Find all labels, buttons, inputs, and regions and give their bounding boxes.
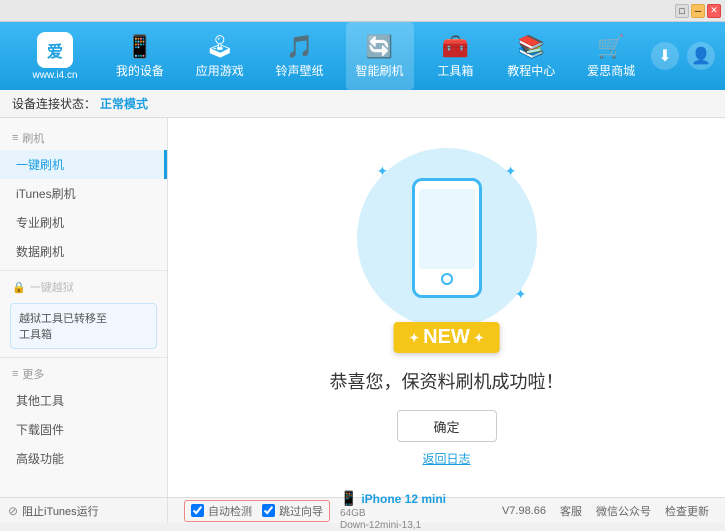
device-storage: 64GB — [340, 508, 446, 519]
minimize-button[interactable]: ─ — [691, 4, 705, 18]
sidebar-item-itunes[interactable]: iTunes刷机 — [0, 179, 167, 208]
stop-itunes-icon: ⊘ — [8, 504, 18, 518]
shop-icon: 🛒 — [597, 34, 624, 60]
sidebar-section-flash: ≡ 刷机 — [0, 126, 167, 150]
bottom-sidebar: ⊘ 阻止iTunes运行 — [0, 498, 168, 523]
skip-wizard-label: 跳过向导 — [279, 503, 323, 519]
skip-wizard-checkbox[interactable] — [262, 504, 275, 517]
main-layout: ≡ 刷机 一键刷机 iTunes刷机 专业刷机 数据刷机 🔒 一键越狱 越狱工具… — [0, 118, 725, 497]
sidebar-section-jailbreak: 🔒 一键越狱 — [0, 275, 167, 299]
service-link[interactable]: 客服 — [560, 503, 582, 519]
nav-apps[interactable]: 🕹 应用游戏 — [186, 22, 254, 90]
version-label: V7.98.66 — [502, 505, 546, 517]
flash-icon: 🔄 — [366, 34, 393, 60]
auto-detect-label: 自动检测 — [208, 503, 252, 519]
sidebar-section-more: ≡ 更多 — [0, 362, 167, 386]
header: 爱 www.i4.cn 📱 我的设备 🕹 应用游戏 🎵 铃声壁纸 🔄 智能刷机 … — [0, 22, 725, 90]
phone-illustration: ✦ ✦ ✦ NEW — [347, 148, 547, 348]
divider-1 — [0, 270, 167, 271]
sidebar-item-download-firmware[interactable]: 下载固件 — [0, 415, 167, 444]
nav-shop[interactable]: 🛒 爱思商城 — [577, 22, 645, 90]
nav-smart-flash[interactable]: 🔄 智能刷机 — [346, 22, 414, 90]
success-message: 恭喜您，保资料刷机成功啦！ — [330, 368, 564, 394]
logo-area: 爱 www.i4.cn — [10, 32, 100, 81]
back-link[interactable]: 返回日志 — [422, 450, 470, 467]
bottom-left-group: 自动检测 跳过向导 📱 iPhone 12 mini 64GB Down-12m… — [184, 490, 446, 531]
nav-wallpaper[interactable]: 🎵 铃声壁纸 — [266, 22, 334, 90]
more-section-icon: ≡ — [12, 368, 18, 380]
phone-home-button — [441, 273, 453, 285]
nav-tutorial[interactable]: 📚 教程中心 — [497, 22, 565, 90]
games-icon: 🕹 — [206, 34, 234, 60]
device-info: 📱 iPhone 12 mini 64GB Down-12mini-13,1 — [340, 490, 446, 531]
status-label: 设备连接状态： — [12, 95, 96, 112]
auto-detect-checkbox[interactable] — [191, 504, 204, 517]
update-link[interactable]: 检查更新 — [665, 503, 709, 519]
sidebar-item-data-flash[interactable]: 数据刷机 — [0, 237, 167, 266]
toolbox-icon: 🧰 — [442, 34, 469, 60]
bottom-bar: ⊘ 阻止iTunes运行 自动检测 跳过向导 📱 iPhone 12 mini … — [0, 497, 725, 523]
phone-body — [412, 178, 482, 298]
nav-toolbox[interactable]: 🧰 工具箱 — [425, 22, 485, 90]
sidebar-item-pro-flash[interactable]: 专业刷机 — [0, 208, 167, 237]
sparkle-icon-1: ✦ — [377, 163, 389, 180]
device-name: iPhone 12 mini — [361, 492, 446, 506]
bottom-right-group: V7.98.66 客服 微信公众号 检查更新 — [502, 503, 709, 519]
wechat-link[interactable]: 微信公众号 — [596, 503, 651, 519]
maximize-button[interactable]: □ — [675, 4, 689, 18]
sidebar-item-other-tools[interactable]: 其他工具 — [0, 386, 167, 415]
divider-2 — [0, 357, 167, 358]
sidebar-item-one-click[interactable]: 一键刷机 — [0, 150, 167, 179]
status-bar: 设备连接状态： 正常模式 — [0, 90, 725, 118]
logo-icon: 爱 — [37, 32, 73, 68]
phone-icon: 📱 — [126, 34, 153, 60]
phone-circle: ✦ ✦ ✦ — [357, 148, 537, 328]
jailbreak-notice: 越狱工具已转移至 工具箱 — [10, 303, 157, 349]
checkbox-group: 自动检测 跳过向导 — [184, 500, 330, 522]
user-button[interactable]: 👤 — [687, 42, 715, 70]
new-badge: NEW — [393, 322, 500, 353]
stop-itunes-label: 阻止iTunes运行 — [22, 503, 99, 519]
download-button[interactable]: ⬇ — [651, 42, 679, 70]
lock-icon: 🔒 — [12, 281, 26, 294]
phone-screen — [419, 189, 475, 269]
title-bar: □ ─ ✕ — [0, 0, 725, 22]
nav-my-device[interactable]: 📱 我的设备 — [106, 22, 174, 90]
logo-text: www.i4.cn — [32, 70, 77, 81]
wallpaper-icon: 🎵 — [286, 34, 313, 60]
header-right: ⬇ 👤 — [651, 42, 715, 70]
sidebar: ≡ 刷机 一键刷机 iTunes刷机 专业刷机 数据刷机 🔒 一键越狱 越狱工具… — [0, 118, 168, 497]
sparkle-icon-2: ✦ — [505, 163, 517, 180]
main-content: ✦ ✦ ✦ NEW 恭喜您，保资料刷机成功啦！ 确定 返回日志 — [168, 118, 725, 497]
flash-section-icon: ≡ — [12, 132, 18, 144]
close-button[interactable]: ✕ — [707, 4, 721, 18]
device-icon: 📱 iPhone 12 mini — [340, 490, 446, 507]
sparkle-icon-3: ✦ — [515, 286, 527, 303]
confirm-button[interactable]: 确定 — [397, 410, 497, 442]
device-model: Down-12mini-13,1 — [340, 520, 446, 531]
tutorial-icon: 📚 — [518, 34, 545, 60]
status-value: 正常模式 — [100, 95, 148, 112]
sidebar-item-advanced[interactable]: 高级功能 — [0, 444, 167, 473]
bottom-main: 自动检测 跳过向导 📱 iPhone 12 mini 64GB Down-12m… — [168, 498, 725, 523]
nav-bar: 📱 我的设备 🕹 应用游戏 🎵 铃声壁纸 🔄 智能刷机 🧰 工具箱 📚 教程中心… — [100, 22, 651, 90]
